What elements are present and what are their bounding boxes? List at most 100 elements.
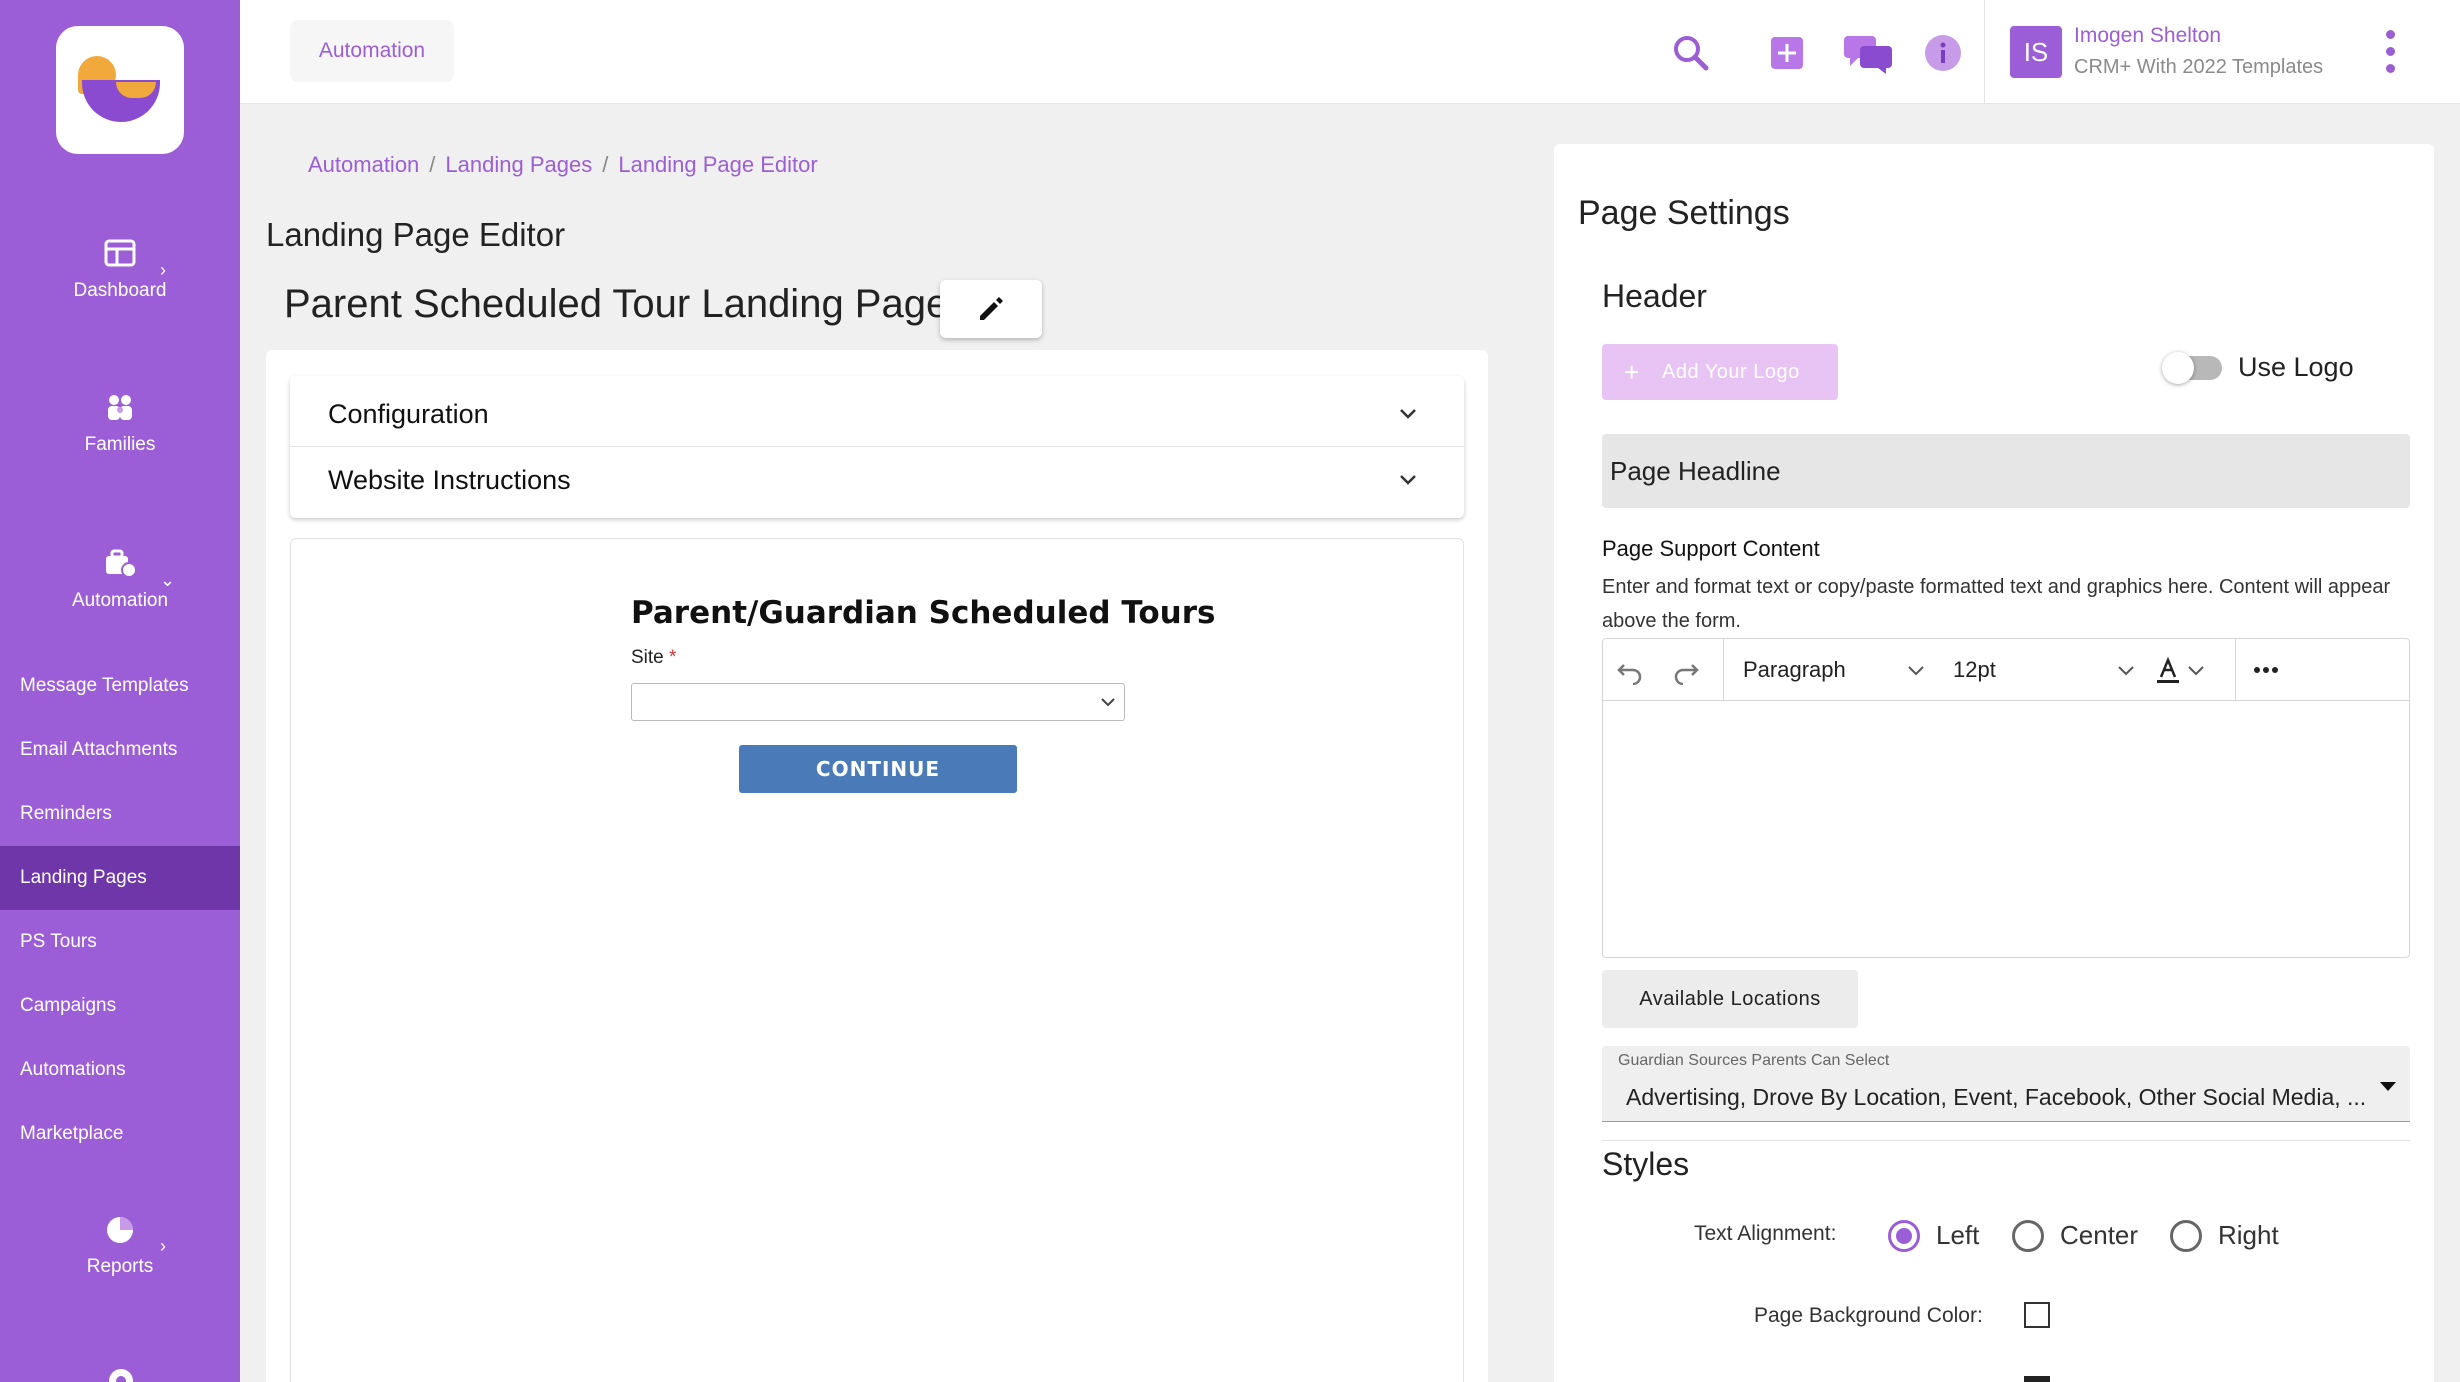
undo-icon[interactable] [1615, 655, 1645, 685]
accordion-website-instructions[interactable]: Website Instructions [290, 448, 1464, 512]
sidebar-subitem-email-attachments[interactable]: Email Attachments [0, 718, 240, 782]
sidebar-subitem-label: Automations [20, 1059, 126, 1080]
sidebar-subitem-label: Marketplace [20, 1123, 124, 1144]
breadcrumb-landing-page-editor[interactable]: Landing Page Editor [618, 152, 817, 177]
rich-text-editor[interactable]: Paragraph 12pt [1602, 638, 2410, 958]
site-select[interactable] [631, 683, 1125, 721]
support-content-label: Page Support Content [1602, 536, 1820, 561]
sidebar-subitem-label: Landing Pages [20, 867, 147, 888]
sidebar-item-automation[interactable]: Automation ⌄ [0, 548, 240, 612]
header-section-title: Header [1602, 278, 1707, 314]
continue-button[interactable]: CONTINUE [739, 745, 1017, 793]
sidebar-item-families[interactable]: Families [0, 392, 240, 456]
sidebar-item-dashboard[interactable]: Dashboard › [0, 238, 240, 302]
sidebar-item-label: Families [84, 434, 156, 455]
sidebar-subitem-automations[interactable]: Automations [0, 1038, 240, 1102]
sidebar-item-label: Reports [86, 1256, 154, 1277]
page-bg-color-label: Page Background Color: [1754, 1304, 1983, 1327]
sidebar-subitem-campaigns[interactable]: Campaigns [0, 974, 240, 1038]
sidebar-subitem-landing-pages[interactable]: Landing Pages [0, 846, 240, 910]
user-subtitle: CRM+ With 2022 Templates [2074, 56, 2324, 78]
sidebar-subitem-label: Message Templates [20, 675, 189, 696]
styles-section-title: Styles [1602, 1146, 1690, 1182]
block-format-select[interactable]: Paragraph [1743, 657, 1846, 683]
add-logo-label: Add Your Logo [1662, 361, 1800, 383]
use-logo-label: Use Logo [2238, 352, 2354, 382]
landing-page-title: Parent Scheduled Tour Landing Page [284, 282, 949, 326]
sidebar-subitem-marketplace[interactable]: Marketplace [0, 1102, 240, 1166]
accordion-label: Configuration [328, 399, 489, 429]
settings-accordion: Configuration Website Instructions [290, 376, 1464, 518]
info-icon[interactable] [1922, 32, 1964, 74]
redo-icon[interactable] [1671, 655, 1701, 685]
preview-title: Parent/Guardian Scheduled Tours [631, 595, 1216, 631]
accordion-configuration[interactable]: Configuration [290, 382, 1464, 446]
site-label: Site * [631, 647, 676, 669]
align-center-label: Center [2060, 1220, 2139, 1250]
page-bg-color-swatch[interactable] [2024, 1302, 2050, 1328]
toolbar-divider [2235, 639, 2236, 701]
breadcrumb-automation[interactable]: Automation [308, 152, 419, 177]
chevron-right-icon: › [160, 1236, 166, 1256]
landing-page-preview: Parent/Guardian Scheduled Tours Site * C… [290, 538, 1464, 1382]
module-chip[interactable]: Automation [290, 20, 454, 82]
chevron-down-icon[interactable] [2185, 655, 2207, 685]
dashboard-icon [104, 239, 136, 267]
page-settings-title: Page Settings [1578, 194, 1790, 232]
sidebar: Dashboard › Families Automation ⌄ Messag… [0, 0, 240, 1382]
top-bar: Automation IS Imogen Shelton CRM+ With 2… [240, 0, 2460, 104]
guardian-sources-value: Advertising, Drove By Location, Event, F… [1626, 1084, 2367, 1110]
page-headline-input[interactable]: Page Headline [1602, 434, 2410, 508]
align-right-label: Right [2218, 1220, 2279, 1250]
settings-gear-icon[interactable] [104, 1364, 138, 1382]
chevron-down-icon[interactable] [2115, 655, 2137, 685]
toolbar-divider [1723, 639, 1724, 701]
accordion-divider [290, 446, 1464, 447]
available-locations-button[interactable]: Available Locations [1602, 970, 1858, 1028]
accordion-label: Website Instructions [328, 465, 571, 495]
align-right-radio[interactable] [2170, 1220, 2202, 1252]
page-title: Landing Page Editor [266, 216, 566, 253]
sidebar-item-reports[interactable]: Reports › [0, 1214, 240, 1278]
user-name: Imogen Shelton [2074, 24, 2222, 47]
breadcrumb: Automation / Landing Pages / Landing Page Ed… [308, 152, 818, 177]
chevron-right-icon: › [160, 260, 166, 280]
automation-icon [106, 549, 137, 578]
sidebar-subitem-message-templates[interactable]: Message Templates [0, 654, 240, 718]
font-size-select[interactable]: 12pt [1953, 657, 1996, 683]
add-icon[interactable] [1766, 32, 1808, 74]
sidebar-subitem-reminders[interactable]: Reminders [0, 782, 240, 846]
search-icon[interactable] [1670, 32, 1712, 74]
reports-icon [107, 1217, 133, 1243]
breadcrumb-landing-pages[interactable]: Landing Pages [445, 152, 592, 177]
font-size-value: 12pt [1953, 657, 1996, 682]
chevron-down-icon[interactable] [1905, 655, 1927, 685]
avatar[interactable]: IS [2010, 26, 2062, 78]
more-options-icon[interactable] [2386, 30, 2396, 74]
guardian-sources-select[interactable]: Guardian Sources Parents Can Select Adve… [1602, 1046, 2410, 1122]
align-left-radio[interactable] [1888, 1220, 1920, 1252]
add-logo-button[interactable]: + Add Your Logo [1602, 344, 1838, 400]
sidebar-subitem-label: Campaigns [20, 995, 117, 1016]
dropdown-arrow-icon [2380, 1082, 2396, 1091]
families-icon [108, 395, 132, 420]
chevron-down-icon [1101, 698, 1115, 707]
chat-icon[interactable] [1842, 32, 1894, 74]
edit-title-button[interactable] [940, 280, 1042, 338]
text-color-icon[interactable] [2153, 655, 2183, 685]
sidebar-item-label: Dashboard [73, 280, 167, 301]
chevron-down-icon [1400, 409, 1416, 419]
sidebar-subitem-ps-tours[interactable]: PS Tours [0, 910, 240, 974]
align-left-label: Left [1936, 1220, 1980, 1250]
sidebar-subitem-label: PS Tours [20, 931, 97, 952]
color-swatch[interactable] [2024, 1376, 2050, 1382]
use-logo-toggle[interactable] [2162, 352, 2222, 384]
required-mark: * [669, 647, 677, 668]
more-icon[interactable] [2251, 655, 2281, 685]
sidebar-subitem-label: Reminders [20, 803, 112, 824]
top-bar-divider [1984, 0, 1985, 104]
app-logo[interactable] [56, 26, 184, 154]
page-settings-panel: Page Settings Header + Add Your Logo Use… [1554, 144, 2434, 1382]
sidebar-subitem-label: Email Attachments [20, 739, 178, 760]
align-center-radio[interactable] [2012, 1220, 2044, 1252]
